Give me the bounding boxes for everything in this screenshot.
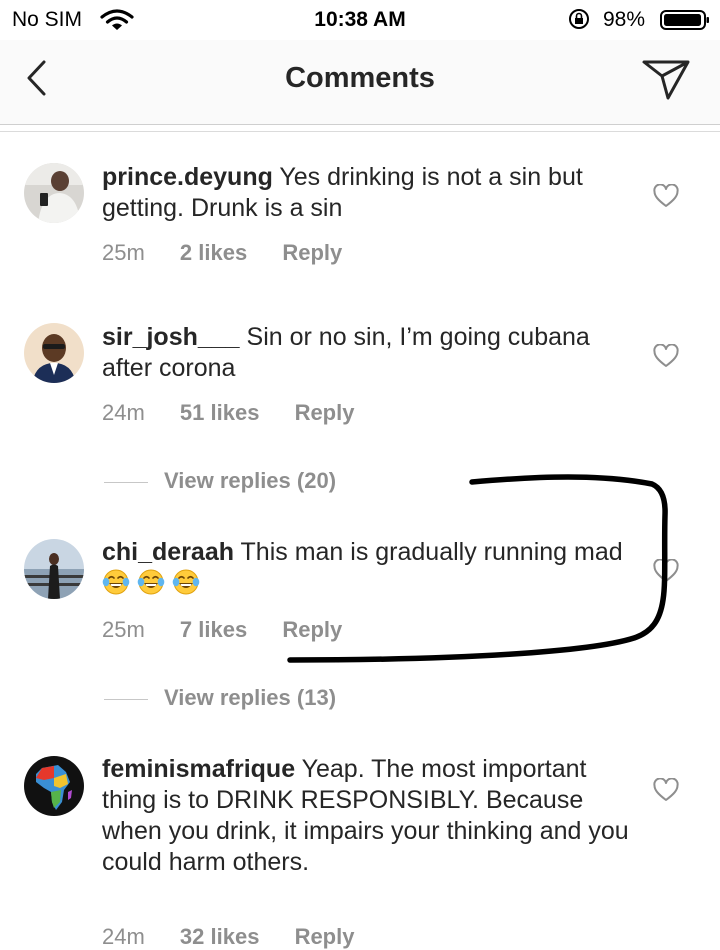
rotation-lock-icon — [569, 9, 589, 29]
avatar-image — [24, 323, 84, 383]
comment-username[interactable]: feminismafrique — [102, 755, 295, 783]
divider — [0, 131, 720, 132]
view-replies-button[interactable]: View replies (13) — [104, 685, 336, 711]
comment-meta: 24m 32 likes Reply — [102, 924, 383, 950]
avatar-image — [24, 163, 84, 223]
avatar[interactable] — [24, 756, 84, 816]
avatar-image — [24, 539, 84, 599]
battery-percent: 98% — [603, 8, 646, 31]
comment-username[interactable]: prince.deyung — [102, 163, 273, 191]
reply-button[interactable]: Reply — [282, 240, 342, 265]
comment-time: 25m — [102, 617, 145, 642]
comment-meta: 25m 7 likes Reply — [102, 617, 371, 643]
comment-time: 24m — [102, 400, 145, 425]
face-with-tears-of-joy-icon — [102, 569, 130, 595]
battery-icon — [660, 10, 709, 30]
avatar[interactable] — [24, 539, 84, 599]
replies-divider — [104, 698, 148, 700]
comment-likes[interactable]: 7 likes — [180, 617, 247, 642]
comment-likes[interactable]: 32 likes — [180, 924, 260, 949]
status-bar: No SIM 10:38 AM 98% — [0, 0, 720, 40]
view-replies-label: View replies (20) — [164, 468, 337, 493]
paper-plane-icon[interactable] — [640, 54, 692, 102]
avatar[interactable] — [24, 163, 84, 223]
replies-divider — [104, 481, 148, 483]
comment-likes[interactable]: 51 likes — [180, 400, 260, 425]
avatar-image — [24, 756, 84, 816]
heart-outline-icon[interactable] — [653, 184, 679, 208]
view-replies-button[interactable]: View replies (20) — [104, 468, 336, 494]
comment-username[interactable]: chi_deraah — [102, 538, 234, 566]
comment-likes[interactable]: 2 likes — [180, 240, 247, 265]
heart-outline-icon[interactable] — [653, 559, 679, 583]
comment-meta: 24m 51 likes Reply — [102, 400, 383, 426]
comment-body: This man is gradually running mad — [240, 538, 623, 566]
comment-time: 25m — [102, 240, 145, 265]
reply-button[interactable]: Reply — [282, 617, 342, 642]
page-title: Comments — [285, 62, 435, 94]
reply-button[interactable]: Reply — [295, 924, 355, 949]
reply-button[interactable]: Reply — [295, 400, 355, 425]
face-with-tears-of-joy-icon — [137, 569, 165, 595]
heart-outline-icon[interactable] — [653, 344, 679, 368]
comment-time: 24m — [102, 924, 145, 949]
comment-username[interactable]: sir_josh___ — [102, 323, 240, 351]
heart-outline-icon[interactable] — [653, 778, 679, 802]
comment-text: chi_deraah This man is gradually running… — [102, 537, 632, 600]
comment-text: sir_josh___ Sin or no sin, I’m going cub… — [102, 322, 632, 384]
comment-meta: 25m 2 likes Reply — [102, 240, 371, 266]
face-with-tears-of-joy-icon — [172, 569, 200, 595]
nav-bar: Comments — [0, 40, 720, 125]
comment-text: feminismafrique Yeap. The most important… — [102, 754, 632, 878]
comment-text: prince.deyung Yes drinking is not a sin … — [102, 162, 632, 224]
view-replies-label: View replies (13) — [164, 685, 337, 710]
avatar[interactable] — [24, 323, 84, 383]
